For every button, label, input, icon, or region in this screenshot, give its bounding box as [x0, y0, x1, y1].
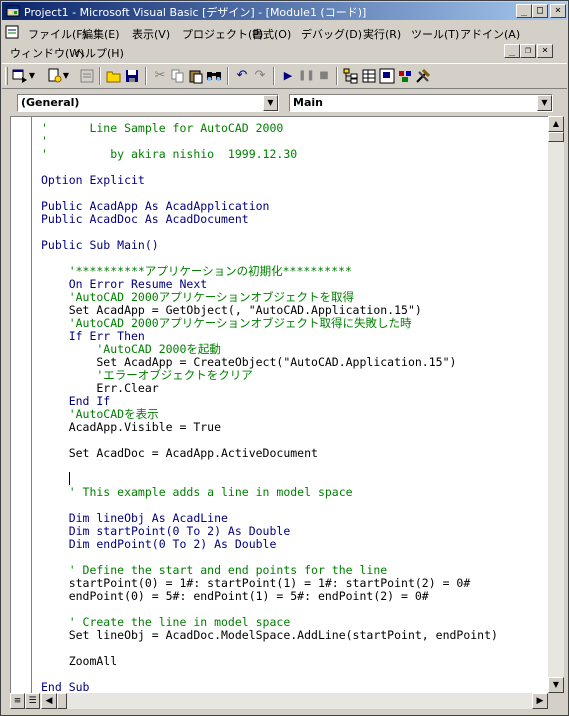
add-module-icon[interactable] — [46, 68, 62, 84]
scroll-up-button[interactable]: ▲ — [548, 116, 564, 132]
procedure-combo-value: Main — [293, 96, 323, 109]
title-bar[interactable]: Project1 - Microsoft Visual Basic [デザイン]… — [2, 2, 567, 20]
full-module-view-button[interactable]: ☰ — [25, 693, 40, 709]
chevron-down-icon[interactable]: ▼ — [537, 95, 552, 111]
stop-icon[interactable]: ■ — [316, 68, 332, 84]
minimize-button[interactable]: _ — [516, 4, 532, 18]
chevron-down-icon[interactable]: ▼ — [263, 95, 278, 111]
mdi-close-button[interactable]: × — [537, 44, 553, 58]
menu-tools[interactable]: ツール(T) — [411, 26, 459, 42]
menu-view[interactable]: 表示(V) — [132, 26, 170, 42]
undo-icon[interactable]: ↶ — [234, 68, 250, 84]
procedure-view-button[interactable]: ≡ — [10, 693, 25, 709]
scroll-down-button[interactable]: ▼ — [548, 677, 564, 693]
toolbar-separator — [145, 67, 147, 85]
object-combo[interactable]: (General) ▼ — [17, 94, 279, 112]
menu-help[interactable]: ヘルプ(H) — [74, 45, 124, 61]
toolbar-separator — [273, 67, 275, 85]
pause-icon[interactable]: ❚❚ — [298, 68, 315, 84]
form-layout-icon[interactable] — [379, 68, 395, 84]
code-line[interactable]: ' by akira nishio 1999.12.30 — [41, 148, 297, 161]
code-line[interactable]: endPoint(0) = 5#: endPoint(1) = 5#: endP… — [41, 590, 429, 603]
project-explorer-icon[interactable] — [343, 68, 359, 84]
doc-icon[interactable] — [5, 25, 19, 39]
vb-app-icon[interactable] — [5, 3, 21, 19]
toolbox-icon[interactable] — [415, 68, 431, 84]
cut-icon[interactable]: ✂ — [152, 68, 168, 84]
toolbar-separator — [227, 67, 229, 85]
menu-bar: ファイル(F) 編集(E) 表示(V) プロジェクト(P) 書式(O) デバッグ… — [2, 21, 567, 61]
menu-edit[interactable]: 編集(E) — [82, 26, 120, 42]
scroll-thumb[interactable] — [548, 132, 564, 142]
toolbar-separator — [336, 67, 338, 85]
window-title: Project1 - Microsoft Visual Basic [デザイン]… — [24, 6, 367, 19]
code-line[interactable]: ZoomAll — [41, 655, 117, 668]
vertical-scrollbar[interactable]: ▲ ▼ — [548, 116, 564, 693]
maximize-button[interactable]: □ — [532, 4, 548, 18]
toolbar-separator — [99, 67, 101, 85]
properties-window-icon[interactable] — [361, 68, 377, 84]
margin-indicator-bar[interactable] — [11, 117, 32, 693]
standard-toolbar: ▼ ▼ ✂ ↶ ↷ ▶ ❚❚ ■ — [2, 63, 567, 89]
menu-debug[interactable]: デバッグ(D) — [301, 26, 362, 42]
run-icon[interactable]: ▶ — [280, 68, 296, 84]
object-browser-icon[interactable] — [397, 68, 413, 84]
add-form-icon[interactable] — [12, 68, 28, 84]
open-folder-icon[interactable] — [106, 68, 122, 84]
mdi-restore-button[interactable]: ❐ — [520, 44, 536, 58]
code-line[interactable]: Dim endPoint(0 To 2) As Double — [41, 538, 277, 551]
chevron-down-icon[interactable]: ▼ — [28, 68, 36, 84]
code-line[interactable]: ' Line Sample for AutoCAD 2000 — [41, 122, 283, 135]
scroll-left-button[interactable]: ◀ — [41, 693, 57, 709]
save-icon[interactable] — [124, 68, 140, 84]
text-caret — [69, 472, 70, 485]
menu-file[interactable]: ファイル(F) — [28, 26, 87, 42]
code-line[interactable]: End Sub — [41, 681, 89, 694]
menu-format[interactable]: 書式(O) — [252, 26, 291, 42]
toolbar-grip[interactable] — [5, 67, 8, 85]
horizontal-scrollbar[interactable]: ≡ ☰ ◀ ▶ — [10, 693, 548, 709]
code-line[interactable]: Set AcadDoc = AcadApp.ActiveDocument — [41, 447, 318, 460]
object-combo-value: (General) — [21, 96, 80, 109]
scroll-right-button[interactable]: ▶ — [532, 693, 548, 709]
chevron-down-icon[interactable]: ▼ — [62, 68, 70, 84]
code-line[interactable]: ' This example adds a line in model spac… — [41, 486, 353, 499]
close-button[interactable]: × — [550, 4, 566, 18]
code-line[interactable]: Public AcadDoc As AcadDocument — [41, 213, 249, 226]
code-line[interactable]: Public Sub Main() — [41, 239, 159, 252]
menu-run[interactable]: 実行(R) — [363, 26, 401, 42]
redo-icon[interactable]: ↷ — [252, 68, 268, 84]
code-line[interactable]: Option Explicit — [41, 174, 145, 187]
hscroll-thumb[interactable] — [57, 693, 67, 709]
menu-editor-icon[interactable] — [79, 68, 95, 84]
mdi-minimize-button[interactable]: _ — [504, 44, 520, 58]
menu-addins[interactable]: アドイン(A) — [460, 26, 520, 42]
code-editor[interactable]: ' Line Sample for AutoCAD 2000 ' ' by akir… — [10, 116, 548, 693]
code-line[interactable]: AcadApp.Visible = True — [41, 421, 221, 434]
vb-ide-window: Project1 - Microsoft Visual Basic [デザイン]… — [0, 0, 569, 716]
size-grip — [548, 693, 564, 709]
find-icon[interactable] — [206, 68, 222, 84]
paste-icon[interactable] — [188, 68, 204, 84]
code-line[interactable]: Set lineObj = AcadDoc.ModelSpace.AddLine… — [41, 629, 498, 642]
copy-icon[interactable] — [170, 68, 186, 84]
procedure-combo[interactable]: Main ▼ — [289, 94, 553, 112]
